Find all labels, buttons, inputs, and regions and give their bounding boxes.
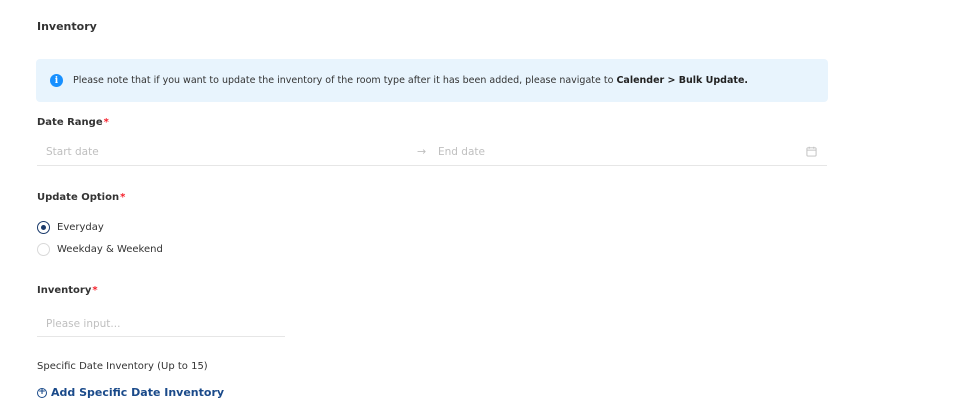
radio-unchecked-icon[interactable]: [37, 243, 50, 256]
alert-navigation-path: Calender > Bulk Update.: [616, 75, 748, 86]
update-option-label-text: Update Option: [37, 192, 120, 203]
radio-everyday[interactable]: Everyday: [37, 221, 104, 234]
radio-weekday-weekend[interactable]: Weekday & Weekend: [37, 243, 163, 256]
end-date-input[interactable]: End date: [438, 146, 485, 158]
radio-checked-icon[interactable]: [37, 221, 50, 234]
date-range-label: Date Range*: [37, 117, 109, 128]
required-mark: *: [103, 117, 109, 128]
required-mark: *: [120, 192, 126, 203]
specific-date-inventory-label: Specific Date Inventory (Up to 15): [37, 361, 208, 372]
alert-text: Please note that if you want to update t…: [73, 75, 748, 86]
radio-label-weekday-weekend: Weekday & Weekend: [57, 244, 163, 255]
section-title: Inventory: [37, 20, 97, 33]
inventory-label: Inventory*: [37, 285, 98, 296]
arrow-right-icon: →: [417, 145, 427, 158]
add-specific-date-inventory-label: Add Specific Date Inventory: [51, 386, 225, 399]
required-mark: *: [92, 285, 98, 296]
date-range-picker[interactable]: Start date → End date: [37, 140, 827, 166]
radio-label-everyday: Everyday: [57, 222, 104, 233]
plus-circle-icon: +: [37, 387, 47, 398]
date-range-label-text: Date Range: [37, 117, 103, 128]
inventory-label-text: Inventory: [37, 285, 92, 296]
info-icon: i: [50, 74, 63, 87]
calendar-icon[interactable]: [806, 146, 817, 157]
alert-message: Please note that if you want to update t…: [73, 75, 617, 86]
info-alert: i Please note that if you want to update…: [36, 59, 828, 102]
start-date-input[interactable]: Start date: [46, 146, 99, 158]
update-option-label: Update Option*: [37, 192, 125, 203]
add-specific-date-inventory-button[interactable]: + Add Specific Date Inventory: [37, 386, 224, 399]
inventory-input[interactable]: [37, 312, 285, 337]
